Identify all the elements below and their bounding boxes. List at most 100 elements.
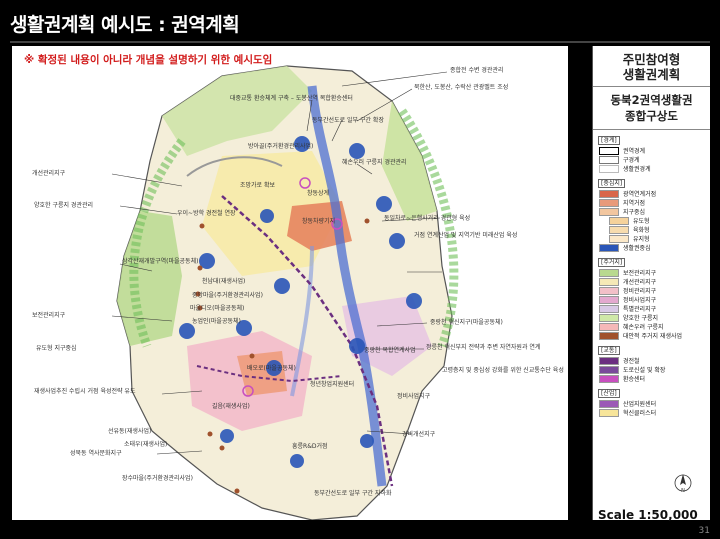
map-callout: 경비개선지구	[402, 431, 436, 438]
legend-swatch	[599, 408, 619, 417]
legend-swatch	[599, 365, 619, 374]
legend-item-label: 유지형	[633, 236, 650, 243]
legend-item-label: 생활권중심	[623, 245, 651, 252]
legend-item: 혜손우려 구릉지	[599, 322, 710, 331]
map-callout: 흥릉R&D거점	[292, 443, 328, 450]
legend-item-label: 도로신설 및 확장	[623, 367, 666, 374]
legend-item: 산업지원센터	[599, 399, 710, 408]
legend-swatch	[599, 243, 619, 252]
legend-item: 정비사업지구	[599, 295, 710, 304]
map-callout: 양호한 구릉지 경관관리	[34, 202, 94, 209]
map-callout: 개선관리지구	[32, 170, 66, 177]
legend-section-label: [주거지]	[598, 258, 626, 267]
legend-swatch	[599, 198, 619, 207]
legend-swatch	[599, 146, 619, 155]
legend-subtitle-line1: 동북2권역생활권	[610, 93, 693, 107]
map-callout: 동일차로~은행사거리 경관형 육성	[384, 215, 471, 222]
legend-section-label: [중심지]	[598, 179, 626, 188]
legend-item-label: 혁신클러스터	[623, 410, 657, 417]
legend-item: 정비관리지구	[599, 286, 710, 295]
legend-item: 보전관리지구	[599, 268, 710, 277]
map-callout: 중앙마을(주거환경관리사업)	[192, 292, 263, 299]
legend-item-label: 정비관리지구	[623, 288, 657, 295]
legend-title-line1: 주민참여형	[622, 52, 681, 67]
legend-swatch	[599, 207, 619, 216]
legend-item: 경전철	[599, 356, 710, 365]
map-callout: 고령층지 및 중심성 강화를 위한 신교통수단 육성	[442, 367, 564, 374]
legend-item: 환승센터	[599, 374, 710, 383]
legend-item-label: 산업지원센터	[623, 401, 657, 408]
legend-item-label: 지구중심	[623, 209, 646, 216]
map-callout: 우이~방학 경전철 연장	[177, 210, 236, 217]
map-callout: 대중교통 환승체계 구축 – 도봉산역 복합환승센터	[230, 95, 353, 102]
compass-label: N	[681, 488, 685, 494]
legend-subheader: 동북2권역생활권 종합구상도	[593, 87, 710, 130]
map-callout: 종합전 수변 경관관리	[450, 67, 504, 74]
page-number: 31	[698, 526, 710, 536]
map-callout: 삼각산재개발구역(마을공동체)	[122, 258, 199, 265]
legend-swatch	[599, 268, 619, 277]
legend-title-line2: 생활권계획	[622, 67, 681, 82]
legend-section-title: [산업]	[598, 388, 710, 398]
map-callout: 소태우(재생사업)	[124, 441, 168, 448]
map-callout: 중랑천 복합연계사업	[364, 347, 416, 354]
legend-swatch	[599, 331, 619, 340]
map-callout: 정비사업지구	[397, 393, 431, 400]
legend-item-label: 대안적 주거지 재생사업	[623, 333, 683, 340]
legend-item-label: 생활권경계	[623, 166, 651, 173]
legend-item-label: 구경계	[623, 157, 640, 164]
page-title: 생활권계획 예시도 : 권역계획	[10, 14, 240, 36]
legend-item-label: 지역거점	[623, 200, 646, 207]
legend-item: 육화형	[609, 225, 710, 234]
legend-section-title: [교통]	[598, 345, 710, 355]
map-callout: 창동차량기지	[302, 218, 336, 225]
legend-subtitle-line2: 종합구상도	[625, 109, 678, 123]
legend-item-label: 경전철	[623, 358, 640, 365]
legend-item-label: 개선관리지구	[623, 279, 657, 286]
map-callout: 농업인(마을공동체)	[192, 318, 241, 325]
legend-item: 유지형	[609, 234, 710, 243]
map-callout: 재생사업추진 수립시 거점 육성전략 유도	[34, 388, 136, 395]
legend-item: 지역거점	[599, 198, 710, 207]
conservation-zone-west	[117, 211, 182, 346]
legend-section-label: [경계]	[598, 136, 620, 145]
map-canvas[interactable]: ※ 확정된 내용이 아니라 개념을 설명하기 위한 예시도임 종합전 수변 경관…	[12, 46, 568, 520]
map-callout: 천남대(재생사업)	[202, 278, 246, 285]
map-scale: Scale 1:50,000	[598, 508, 698, 522]
legend-item: 생활권경계	[599, 164, 710, 173]
legend-item: 생활권중심	[599, 243, 710, 252]
legend-item-label: 혜손우려 구릉지	[623, 324, 664, 331]
map-callout: 청년창업지원센터	[310, 381, 355, 388]
map-callout: 유도형 지구중심	[36, 345, 77, 352]
legend-item-label: 특별관리지구	[623, 306, 657, 313]
legend-item-label: 광역연계거점	[623, 191, 657, 198]
legend-header: 주민참여형 생활권계획	[593, 46, 710, 87]
map-callout: 동부간선도로 일부 구간 확장	[312, 117, 384, 124]
legend-item: 대안적 주거지 재생사업	[599, 331, 710, 340]
map-callout: 마을디오(마을공동체)	[190, 305, 245, 312]
map-callout: 장수마을(주거환경관리사업)	[122, 475, 193, 482]
legend-section-title: [주거지]	[598, 257, 710, 267]
legend-swatch	[599, 286, 619, 295]
map-callout: 방아골(주거환경관리사업)	[248, 143, 314, 150]
legend-item: 특별관리지구	[599, 304, 710, 313]
legend-item: 광역연계거점	[599, 189, 710, 198]
legend-swatch	[599, 277, 619, 286]
legend-body: [경계] 권역경계구경계생활권경계 [중심지] 광역연계거점지역거점지구중심 유도형육화…	[593, 135, 710, 417]
legend-item-label: 보전관리지구	[623, 270, 657, 277]
legend-swatch	[609, 216, 629, 225]
map-callout: 선유동(재생사업)	[108, 428, 152, 435]
legend-section-title: [경계]	[598, 135, 710, 145]
legend-item: 권역경계	[599, 146, 710, 155]
legend-item-label: 육화형	[633, 227, 650, 234]
legend-item: 유도형	[609, 216, 710, 225]
legend-swatch	[599, 164, 619, 173]
legend-item-label: 권역경계	[623, 148, 646, 155]
map-callout: 북한산, 도봉산, 수락산 관광벨트 조성	[414, 84, 509, 91]
legend-section-label: [산업]	[598, 389, 620, 398]
legend-item-label: 환승센터	[623, 376, 646, 383]
legend-item: 양호한 구릉지	[599, 313, 710, 322]
map-callout: 동부간선도로 일부 구간 지하화	[314, 490, 392, 497]
map-callout: 조망가로 확보	[240, 182, 276, 189]
map-callout: 창동상계	[307, 190, 330, 197]
